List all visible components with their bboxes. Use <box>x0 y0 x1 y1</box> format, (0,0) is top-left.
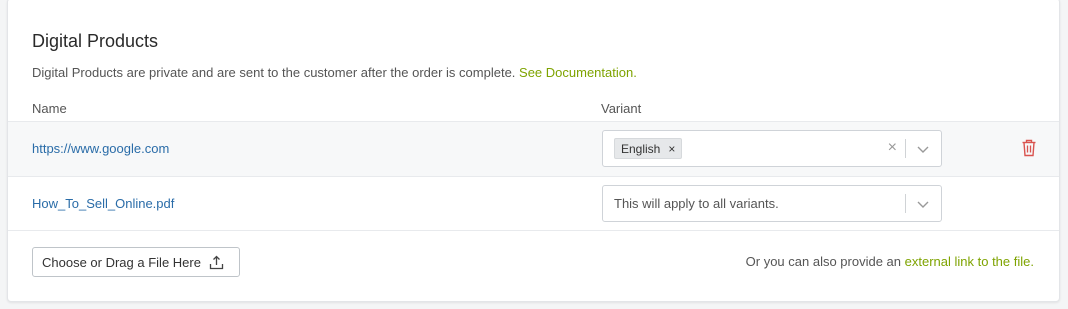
select-separator <box>905 139 906 158</box>
choose-file-button[interactable]: Choose or Drag a File Here <box>32 247 240 277</box>
digital-products-card: Digital Products Digital Products are pr… <box>7 0 1060 302</box>
variant-select[interactable]: This will apply to all variants. <box>602 185 942 222</box>
see-documentation-link[interactable]: See Documentation. <box>519 65 637 80</box>
file-link[interactable]: https://www.google.com <box>32 141 169 156</box>
chevron-down-icon[interactable] <box>916 143 930 155</box>
column-header-name: Name <box>32 101 67 116</box>
chevron-down-icon[interactable] <box>916 198 930 210</box>
remove-chip-icon[interactable]: × <box>668 143 675 155</box>
table-row: How_To_Sell_Online.pdf This will apply t… <box>8 176 1059 231</box>
external-link-prefix: Or you can also provide an <box>745 254 902 269</box>
section-title: Digital Products <box>32 31 159 51</box>
section-description: Digital Products are private and are sen… <box>32 65 637 80</box>
column-header-variant: Variant <box>601 101 642 116</box>
trash-icon[interactable] <box>1021 139 1037 157</box>
external-link-note: Or you can also provide an external link… <box>746 254 1034 269</box>
variant-chip-label: English <box>621 141 661 156</box>
clear-selection-icon[interactable]: × <box>888 139 897 157</box>
select-separator <box>905 194 906 213</box>
variant-chip: English × <box>614 138 683 159</box>
choose-file-label: Choose or Drag a File Here <box>42 254 201 270</box>
file-link[interactable]: How_To_Sell_Online.pdf <box>32 196 174 211</box>
description-text: Digital Products are private and are sen… <box>32 65 516 80</box>
external-link[interactable]: external link to the file. <box>905 254 1034 269</box>
table-row: https://www.google.com English × × <box>8 121 1059 176</box>
variant-placeholder: This will apply to all variants. <box>614 196 779 211</box>
upload-icon <box>209 255 224 269</box>
variant-select[interactable]: English × × <box>602 130 942 167</box>
